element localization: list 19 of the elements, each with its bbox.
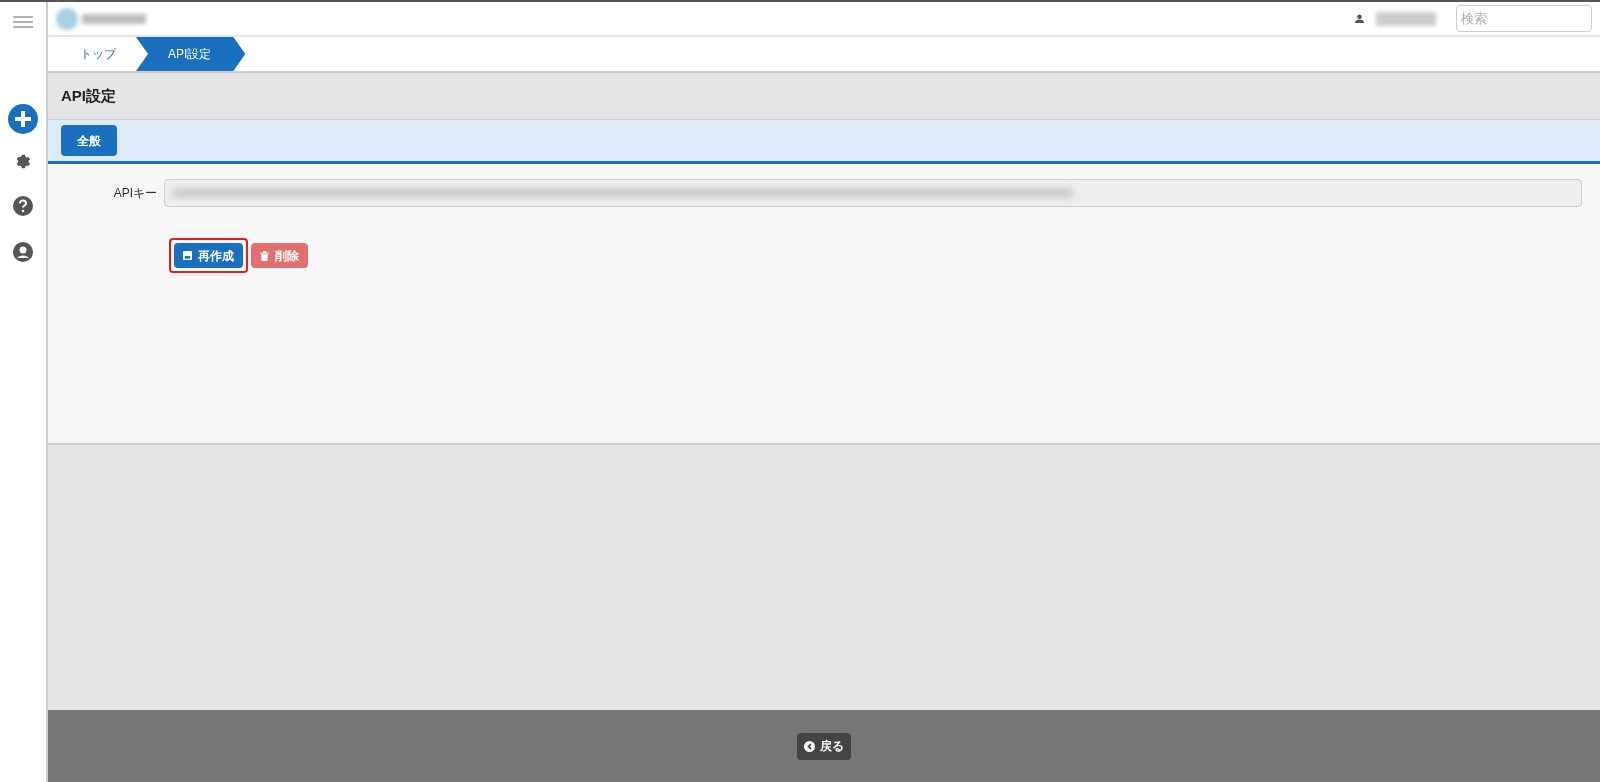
help-icon[interactable] bbox=[13, 196, 33, 216]
tab[interactable]: 全般 bbox=[61, 125, 117, 156]
settings-icon[interactable] bbox=[14, 152, 32, 170]
user-icon bbox=[1355, 14, 1364, 23]
delete-button[interactable]: 削除 bbox=[251, 243, 308, 268]
back-arrow-icon bbox=[804, 740, 815, 752]
field-label: APIキー bbox=[112, 185, 158, 202]
trash-icon bbox=[260, 250, 269, 261]
search-field[interactable]: 検索 bbox=[1456, 5, 1592, 32]
regenerate-button[interactable]: 再作成 bbox=[174, 243, 243, 268]
api-key-field[interactable] bbox=[164, 179, 1582, 207]
back-button[interactable]: 戻る bbox=[797, 732, 851, 760]
add-icon[interactable] bbox=[8, 104, 38, 134]
user-icon[interactable] bbox=[13, 242, 33, 262]
breadcrumb-link[interactable]: API設定 bbox=[136, 37, 246, 71]
redacted-user-name bbox=[1376, 11, 1436, 26]
save-icon bbox=[183, 251, 192, 260]
page-title: API設定 bbox=[61, 85, 116, 106]
breadcrumb-link[interactable]: トップ bbox=[48, 37, 136, 71]
